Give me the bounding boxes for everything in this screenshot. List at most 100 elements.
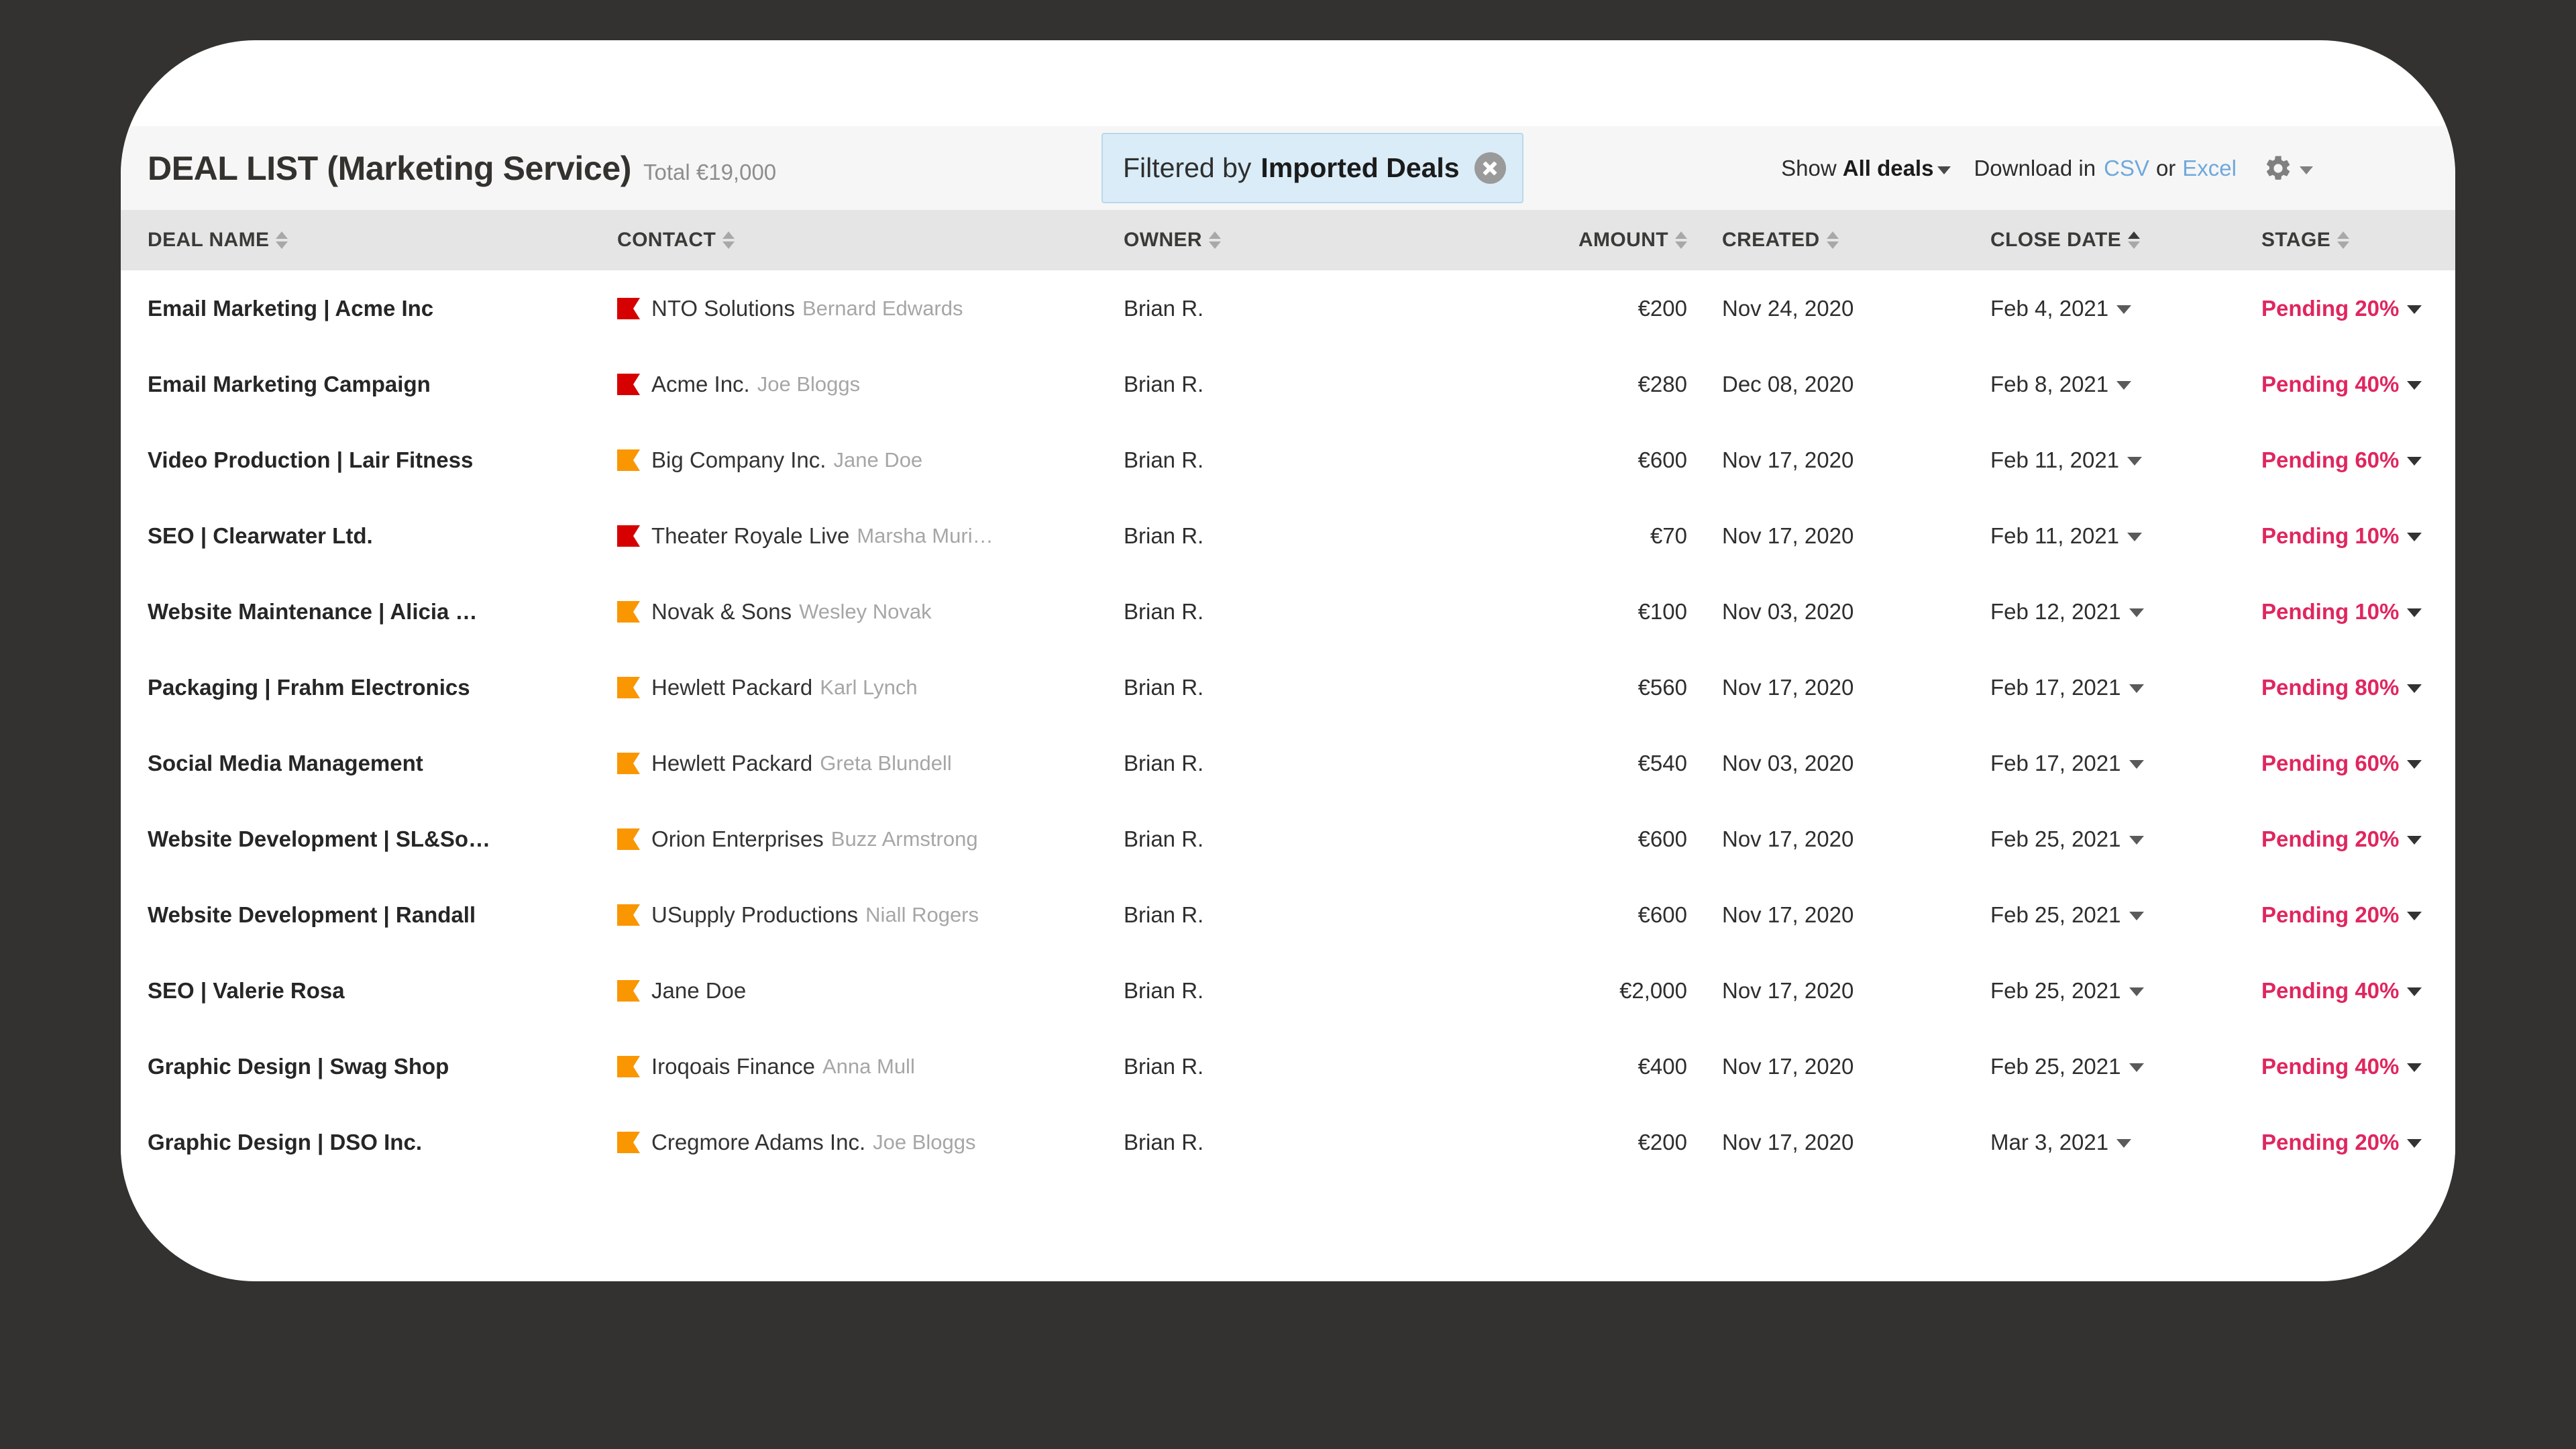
cell-created: Nov 24, 2020 (1722, 295, 1854, 321)
cell-created: Nov 17, 2020 (1722, 674, 1854, 700)
cell-stage[interactable]: Pending 40% (2224, 1054, 2455, 1079)
table-row[interactable]: Website Development | Randall USupply Pro… (121, 877, 2455, 953)
close-date-text: Feb 8, 2021 (1990, 371, 2109, 396)
flag-icon-red (617, 525, 640, 547)
settings-menu-button[interactable] (2263, 154, 2313, 183)
column-header-owner[interactable]: OWNER (1124, 229, 1479, 252)
cell-close-date[interactable]: Feb 17, 2021 (1955, 675, 2224, 700)
table-row[interactable]: Email Marketing | Acme Inc NTO Solutions B… (121, 270, 2455, 346)
cell-close-date[interactable]: Feb 8, 2021 (1955, 372, 2224, 397)
cell-close-date[interactable]: Mar 3, 2021 (1955, 1130, 2224, 1155)
cell-contact[interactable]: Big Company Inc. Jane Doe (617, 447, 1124, 473)
cell-stage[interactable]: Pending 60% (2224, 751, 2455, 776)
cell-deal-name[interactable]: Email Marketing | Acme Inc (121, 296, 617, 321)
stage-text: Pending 20% (2261, 1129, 2400, 1155)
cell-close-date[interactable]: Feb 25, 2021 (1955, 826, 2224, 852)
cell-owner: Brian R. (1124, 1053, 1204, 1079)
cell-deal-name[interactable]: Website Maintenance | Alicia … (121, 599, 617, 625)
cell-close-date[interactable]: Feb 25, 2021 (1955, 1054, 2224, 1079)
sort-toggle-icon[interactable] (2337, 231, 2350, 249)
table-row[interactable]: Email Marketing Campaign Acme Inc. Joe Blo… (121, 346, 2455, 422)
cell-deal-name[interactable]: Packaging | Frahm Electronics (121, 675, 617, 700)
cell-stage[interactable]: Pending 40% (2224, 372, 2455, 397)
cell-stage[interactable]: Pending 20% (2224, 826, 2455, 852)
contact-company-text: Big Company Inc. (651, 447, 826, 472)
table-row[interactable]: SEO | Clearwater Ltd. Theater Royale Live… (121, 498, 2455, 574)
cell-deal-name[interactable]: Video Production | Lair Fitness (121, 447, 617, 473)
active-filter-pill[interactable]: Filtered by Imported Deals (1102, 133, 1523, 203)
cell-contact[interactable]: Hewlett Packard Greta Blundell (617, 751, 1124, 776)
cell-contact[interactable]: Jane Doe (617, 978, 1124, 1004)
cell-contact[interactable]: Orion Enterprises Buzz Armstrong (617, 826, 1124, 852)
cell-deal-name[interactable]: SEO | Clearwater Ltd. (121, 523, 617, 549)
show-filter-dropdown[interactable]: Show All deals (1781, 156, 1951, 181)
cell-contact[interactable]: Iroqoais Finance Anna Mull (617, 1054, 1124, 1079)
sort-toggle-icon[interactable] (1675, 231, 1687, 249)
cell-close-date[interactable]: Feb 4, 2021 (1955, 296, 2224, 321)
table-row[interactable]: Website Development | SL&So… Orion Enterp… (121, 801, 2455, 877)
cell-deal-name[interactable]: SEO | Valerie Rosa (121, 978, 617, 1004)
cell-stage[interactable]: Pending 20% (2224, 1130, 2455, 1155)
deal-name-text: Email Marketing | Acme Inc (148, 295, 434, 321)
table-row[interactable]: Video Production | Lair Fitness Big Compa… (121, 422, 2455, 498)
cell-contact[interactable]: NTO Solutions Bernard Edwards (617, 296, 1124, 321)
close-circle-icon[interactable] (1474, 152, 1506, 184)
column-header-created[interactable]: CREATED (1687, 229, 1955, 252)
close-date-text: Mar 3, 2021 (1990, 1129, 2109, 1155)
cell-deal-name[interactable]: Email Marketing Campaign (121, 372, 617, 397)
column-header-stage[interactable]: STAGE (2224, 229, 2455, 252)
cell-owner: Brian R. (1124, 977, 1204, 1003)
column-header-amount[interactable]: AMOUNT (1479, 229, 1687, 252)
contact-person-text: Buzz Armstrong (830, 826, 978, 851)
cell-contact[interactable]: USupply Productions Niall Rogers (617, 902, 1124, 928)
cell-deal-name[interactable]: Graphic Design | DSO Inc. (121, 1130, 617, 1155)
column-header-contact[interactable]: CONTACT (617, 229, 1124, 252)
cell-deal-name[interactable]: Website Development | Randall (121, 902, 617, 928)
contact-person-text: Joe Bloggs (757, 372, 861, 396)
cell-stage[interactable]: Pending 10% (2224, 599, 2455, 625)
cell-close-date[interactable]: Feb 25, 2021 (1955, 978, 2224, 1004)
cell-stage[interactable]: Pending 60% (2224, 447, 2455, 473)
cell-close-date[interactable]: Feb 11, 2021 (1955, 447, 2224, 473)
sort-toggle-icon[interactable] (2128, 231, 2141, 249)
column-header-close-date[interactable]: CLOSE DATE (1955, 229, 2224, 252)
chevron-down-icon (2407, 1139, 2422, 1148)
cell-contact[interactable]: Theater Royale Live Marsha Muri… (617, 523, 1124, 549)
table-row[interactable]: Packaging | Frahm Electronics Hewlett Pac… (121, 649, 2455, 725)
cell-contact[interactable]: Novak & Sons Wesley Novak (617, 599, 1124, 625)
cell-stage[interactable]: Pending 40% (2224, 978, 2455, 1004)
column-header-deal-name[interactable]: DEAL NAME (121, 229, 617, 252)
chevron-down-icon (2407, 684, 2422, 693)
cell-close-date[interactable]: Feb 25, 2021 (1955, 902, 2224, 928)
cell-contact[interactable]: Hewlett Packard Karl Lynch (617, 675, 1124, 700)
cell-close-date[interactable]: Feb 12, 2021 (1955, 599, 2224, 625)
cell-close-date[interactable]: Feb 17, 2021 (1955, 751, 2224, 776)
title-group: DEAL LIST (Marketing Service) Total €19,… (148, 149, 776, 188)
contact-person-text: Wesley Novak (799, 599, 932, 623)
cell-stage[interactable]: Pending 20% (2224, 902, 2455, 928)
contact-person-text: Marsha Muri… (857, 523, 994, 547)
cell-close-date[interactable]: Feb 11, 2021 (1955, 523, 2224, 549)
sort-toggle-icon[interactable] (1209, 231, 1221, 249)
cell-deal-name[interactable]: Social Media Management (121, 751, 617, 776)
download-excel-link[interactable]: Excel (2182, 156, 2237, 181)
cell-stage[interactable]: Pending 20% (2224, 296, 2455, 321)
table-row[interactable]: Graphic Design | DSO Inc. Cregmore Adams … (121, 1104, 2455, 1180)
sort-toggle-icon[interactable] (276, 231, 288, 249)
cell-stage[interactable]: Pending 80% (2224, 675, 2455, 700)
contact-person-text: Jane Doe (833, 447, 923, 472)
cell-contact[interactable]: Cregmore Adams Inc. Joe Bloggs (617, 1130, 1124, 1155)
filter-prefix-label: Filtered by (1123, 152, 1252, 183)
cell-contact[interactable]: Acme Inc. Joe Bloggs (617, 372, 1124, 397)
table-row[interactable]: Website Maintenance | Alicia … Novak & So… (121, 574, 2455, 649)
stage-text: Pending 60% (2261, 750, 2400, 775)
cell-deal-name[interactable]: Website Development | SL&So… (121, 826, 617, 852)
table-row[interactable]: SEO | Valerie Rosa Jane Doe Brian R. €2,000… (121, 953, 2455, 1028)
cell-stage[interactable]: Pending 10% (2224, 523, 2455, 549)
table-row[interactable]: Social Media Management Hewlett Packard Gr… (121, 725, 2455, 801)
download-csv-link[interactable]: CSV (2104, 156, 2149, 181)
sort-toggle-icon[interactable] (1826, 231, 1839, 249)
table-row[interactable]: Graphic Design | Swag Shop Iroqoais Finan… (121, 1028, 2455, 1104)
sort-toggle-icon[interactable] (722, 231, 735, 249)
cell-deal-name[interactable]: Graphic Design | Swag Shop (121, 1054, 617, 1079)
